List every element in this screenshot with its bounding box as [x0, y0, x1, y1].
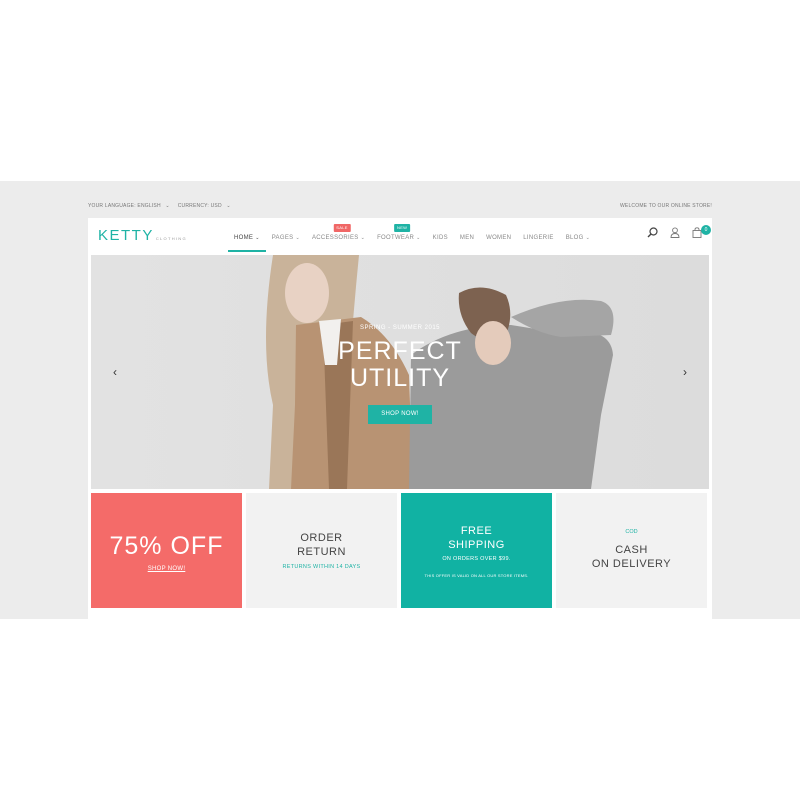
promo-cod-kicker: COD [625, 529, 638, 535]
sale-badge: SALE [333, 224, 351, 232]
top-bar: YOUR LANGUAGE: ENGLISH ⌄ CURRENCY: USD ⌄… [88, 203, 712, 215]
prev-slide-arrow-icon[interactable]: ‹ [113, 365, 117, 379]
site-container: KETTY CLOTHING HOME ⌄ PAGES ⌄ SALE ACCESSO… [88, 218, 712, 619]
promo-cod: COD CASH ON DELIVERY [556, 493, 707, 608]
chevron-down-icon: ⌄ [165, 203, 170, 209]
welcome-message: WELCOME TO OUR ONLINE STORE! [619, 203, 712, 209]
hero-slider: SPRING - SUMMER 2015 PERFECT UTILITY SHO… [91, 255, 709, 489]
promo-sale-title: 75% OFF [109, 532, 224, 560]
search-icon[interactable] [647, 227, 658, 238]
promo-sale[interactable]: 75% OFF SHOP NOW! [91, 493, 242, 608]
logo[interactable]: KETTY CLOTHING [98, 227, 187, 244]
promo-returns-subtitle: RETURNS WITHIN 14 DAYS [282, 564, 361, 570]
chevron-down-icon: ⌄ [585, 235, 591, 241]
nav-item-pages[interactable]: PAGES ⌄ [266, 218, 306, 252]
cart-count-badge: 0 [701, 225, 711, 235]
user-icon[interactable] [670, 227, 680, 238]
promo-shipping-subtitle: ON ORDERS OVER $99. [442, 556, 511, 562]
promo-sale-link[interactable]: SHOP NOW! [91, 566, 242, 572]
header-icons: 0 [647, 225, 711, 238]
logo-subtitle: CLOTHING [155, 236, 187, 241]
chevron-down-icon: ⌄ [226, 203, 231, 209]
logo-name: KETTY [98, 227, 154, 244]
next-slide-arrow-icon[interactable]: › [683, 365, 687, 379]
header: KETTY CLOTHING HOME ⌄ PAGES ⌄ SALE ACCESSO… [88, 218, 712, 252]
shop-now-button[interactable]: SHOP NOW! [368, 405, 432, 424]
promo-shipping-note: THIS OFFER IS VALID ON ALL OUR STORE ITE… [424, 573, 529, 578]
promo-boxes: 75% OFF SHOP NOW! ORDER RETURN RETURNS W… [91, 493, 709, 609]
new-badge: NEW [394, 224, 411, 232]
nav-item-women[interactable]: WOMEN [480, 218, 517, 252]
nav-item-home[interactable]: HOME ⌄ [228, 218, 266, 252]
nav-item-accessories[interactable]: SALE ACCESSORIES ⌄ [306, 218, 371, 252]
language-selector[interactable]: YOUR LANGUAGE: ENGLISH ⌄ [88, 203, 170, 209]
hero-kicker: SPRING - SUMMER 2015 [359, 325, 441, 331]
promo-returns-title: ORDER RETURN [297, 532, 346, 558]
promo-returns: ORDER RETURN RETURNS WITHIN 14 DAYS [246, 493, 397, 608]
currency-selector[interactable]: CURRENCY: USD ⌄ [178, 203, 231, 209]
chevron-down-icon: ⌄ [360, 235, 366, 241]
promo-shipping: FREE SHIPPING ON ORDERS OVER $99. THIS O… [401, 493, 552, 608]
promo-cod-title: CASH ON DELIVERY [591, 544, 672, 570]
nav-item-footwear[interactable]: NEW FOOTWEAR ⌄ [371, 218, 427, 252]
cart-button[interactable]: 0 [692, 225, 711, 238]
nav-item-blog[interactable]: BLOG ⌄ [560, 218, 596, 252]
chevron-down-icon: ⌄ [255, 235, 260, 241]
main-nav: HOME ⌄ PAGES ⌄ SALE ACCESSORIES ⌄ NEW FOOTW… [228, 218, 596, 252]
chevron-down-icon: ⌄ [295, 235, 300, 241]
chevron-down-icon: ⌄ [416, 235, 421, 241]
promo-shipping-title: FREE SHIPPING [448, 525, 505, 551]
nav-item-kids[interactable]: KIDS [427, 218, 454, 252]
hero-title: PERFECT UTILITY [338, 337, 462, 392]
nav-item-men[interactable]: MEN [454, 218, 480, 252]
nav-item-lingerie[interactable]: LINGERIE [517, 218, 559, 252]
